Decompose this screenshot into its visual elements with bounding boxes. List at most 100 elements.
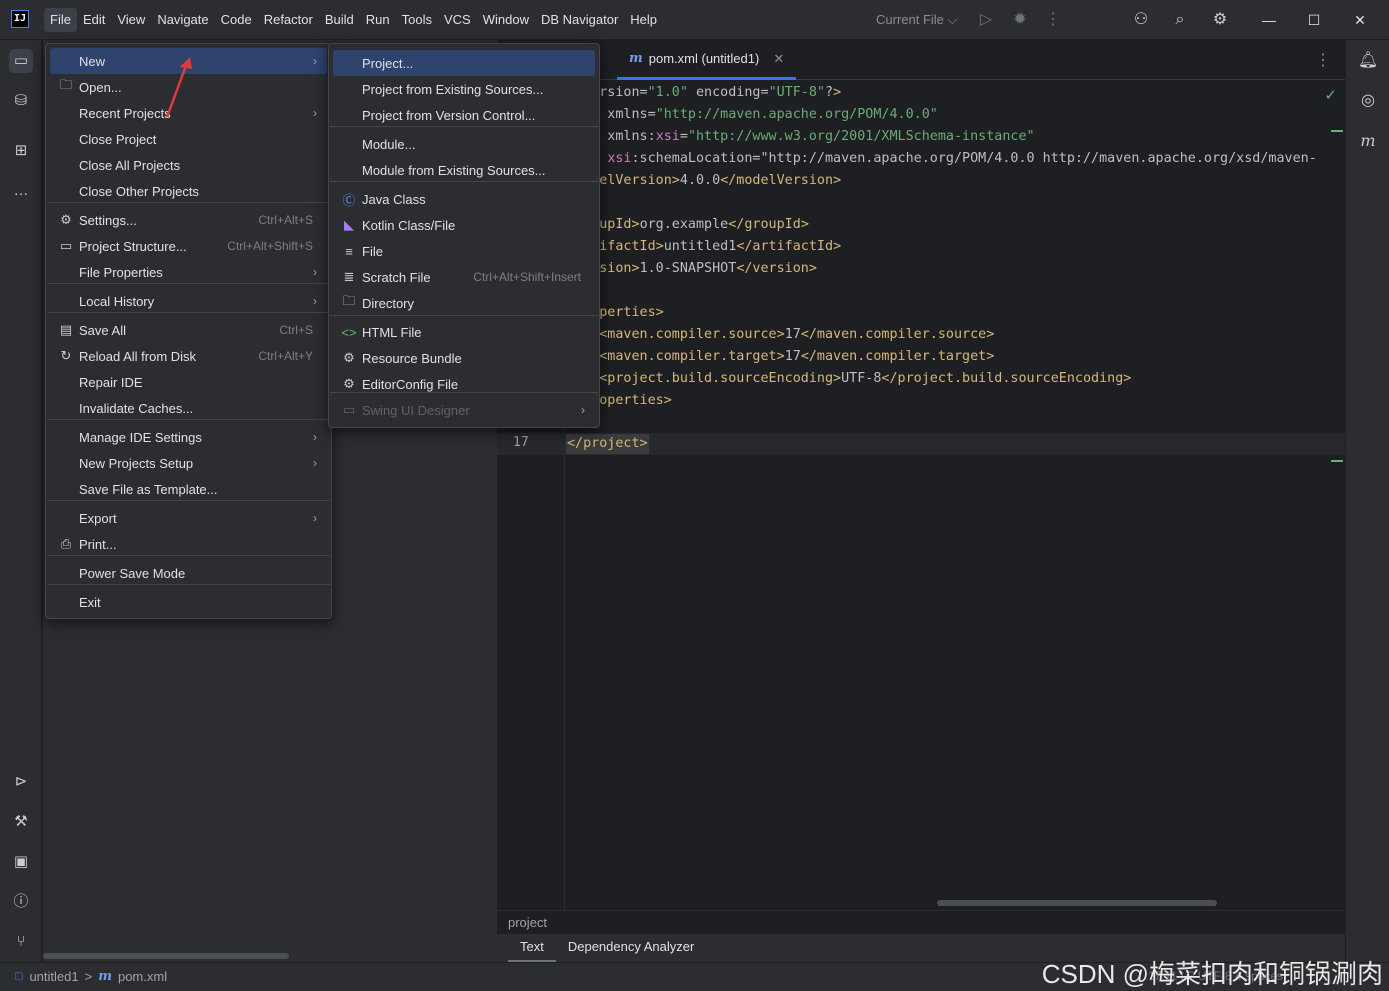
new-menu-item-label: Java Class [362,191,426,207]
add-user-icon[interactable]: ⚇ [1131,10,1151,30]
file-menu-item-reload-all-from-disk[interactable]: ↻ Reload All from Disk Ctrl+Alt+Y [50,343,327,369]
maximize-icon[interactable]: ☐ [1304,10,1324,30]
chevron-right-icon: › [313,54,317,68]
change-marker [1331,130,1343,132]
git-icon[interactable]: ⑂ [9,930,33,954]
file-menu-item-save-all[interactable]: ▤ Save All Ctrl+S [50,317,327,343]
intellij-logo-icon[interactable]: IJ [11,10,29,28]
menu-code[interactable]: Code [215,8,258,32]
editor-horizontal-scrollbar[interactable] [937,900,1217,906]
inspection-ok-icon[interactable]: ✓ [1324,86,1337,104]
debug-icon[interactable]: ✹ [1010,10,1030,30]
tab-options-icon[interactable]: ⋮ [1315,50,1331,70]
new-menu-item-html-file[interactable]: <> HTML File [333,319,595,345]
menu-separator [47,283,330,284]
shortcut-hint: Ctrl+Alt+Y [258,349,313,363]
tab-pom-xml[interactable]: m pom.xml (untitled1) ✕ [617,40,797,80]
file-menu-item-exit[interactable]: Exit [50,589,327,615]
menu-run[interactable]: Run [360,8,396,32]
settings-gear-icon[interactable]: ⚙ [1210,10,1230,30]
build-icon[interactable]: ⚒ [9,810,33,834]
new-menu-item-label: Module from Existing Sources... [362,162,546,178]
file-menu-item-label: Recent Projects [79,105,171,121]
file-menu-item-close-project[interactable]: Close Project [50,126,327,152]
new-menu-item-module-from-existing-sources[interactable]: Module from Existing Sources... [333,157,595,183]
save-icon: ▤ [59,322,73,337]
kotlin-icon: ◣ [344,217,354,232]
database-icon[interactable]: ⛁ [9,89,33,113]
folder-structure-icon: ▭ [59,238,73,253]
new-menu-item-directory[interactable]: 🗀︎ Directory [333,290,595,316]
file-menu-item-close-other-projects[interactable]: Close Other Projects [50,178,327,204]
tab-text[interactable]: Text [508,934,556,962]
project-panel-scrollbar[interactable] [43,953,289,959]
menu-window[interactable]: Window [477,8,535,32]
menu-vcs[interactable]: VCS [438,8,477,32]
file-menu-item-new-projects-setup[interactable]: New Projects Setup › [50,450,327,476]
file-menu-item-export[interactable]: Export › [50,505,327,531]
tab-close-icon[interactable]: ✕ [773,51,784,67]
breadcrumb-project[interactable]: untitled1 [29,969,78,984]
minimize-icon[interactable]: — [1259,10,1279,30]
new-menu-item-project-from-existing-sources[interactable]: Project from Existing Sources... [333,76,595,102]
reload-icon: ↻ [60,348,72,363]
terminal-icon[interactable]: ▣ [9,850,33,874]
services-icon[interactable]: ⊳ [9,770,33,794]
new-menu-item-label: Kotlin Class/File [362,217,456,233]
problems-icon[interactable]: ⓘ [9,890,33,914]
shortcut-hint: Ctrl+Alt+Shift+S [227,239,313,253]
new-menu-item-java-class[interactable]: Ⓒ Java Class [333,186,595,212]
new-menu-item-label: Scratch File [362,269,431,285]
file-menu-item-label: File Properties [79,264,163,280]
maven-icon[interactable]: m [1356,129,1380,153]
gear-icon: ⚙ [60,212,72,227]
menu-build[interactable]: Build [319,8,360,32]
new-submenu-dropdown: Project... Project from Existing Sources.… [328,43,600,428]
file-menu-item-power-save-mode[interactable]: Power Save Mode [50,560,327,586]
file-menu-item-file-properties[interactable]: File Properties › [50,259,327,285]
file-menu-item-close-all-projects[interactable]: Close All Projects [50,152,327,178]
file-menu-item-print[interactable]: ⎙ Print... [50,531,327,557]
breadcrumb-file[interactable]: pom.xml [118,969,167,984]
new-menu-item-resource-bundle[interactable]: ⚙ Resource Bundle [333,345,595,371]
ai-assistant-icon[interactable]: ◎ [1356,89,1380,113]
file-menu-item-save-file-as-template[interactable]: Save File as Template... [50,476,327,502]
run-icon[interactable]: ▷ [976,10,996,30]
new-menu-item-kotlin-class-file[interactable]: ◣ Kotlin Class/File [333,212,595,238]
project-folder-icon[interactable]: ▭ [9,49,33,73]
menu-separator [47,312,330,313]
structure-icon[interactable]: ⊞ [9,139,33,163]
close-window-icon[interactable]: ✕ [1350,10,1370,30]
menu-tools[interactable]: Tools [396,8,438,32]
run-configuration-selector[interactable]: Current File ⌵ [876,12,957,28]
more-vertical-icon[interactable]: ⋮ [1043,10,1063,30]
menu-file[interactable]: File [44,8,77,32]
menu-view[interactable]: View [111,8,151,32]
file-menu-item-local-history[interactable]: Local History › [50,288,327,314]
file-menu-item-settings[interactable]: ⚙ Settings... Ctrl+Alt+S [50,207,327,233]
new-menu-item-file[interactable]: ≡ File [333,238,595,264]
code-text[interactable]: l version="1.0" encoding="UTF-8"?> ject … [567,82,1317,412]
menu-edit[interactable]: Edit [77,8,111,32]
new-menu-item-scratch-file[interactable]: ≣ Scratch File Ctrl+Alt+Shift+Insert [333,264,595,290]
menu-navigate[interactable]: Navigate [151,8,214,32]
search-icon[interactable]: ⌕ [1170,10,1190,30]
new-menu-item-module[interactable]: Module... [333,131,595,157]
more-tools-icon[interactable]: … [9,179,33,203]
menu-refactor[interactable]: Refactor [258,8,319,32]
tab-dependency-analyzer[interactable]: Dependency Analyzer [556,934,706,962]
file-menu-item-repair-ide[interactable]: Repair IDE [50,369,327,395]
new-menu-item-project-from-version-control[interactable]: Project from Version Control... [333,102,595,128]
menu-help[interactable]: Help [624,8,663,32]
file-menu-item-invalidate-caches[interactable]: Invalidate Caches... [50,395,327,421]
editor-breadcrumb[interactable]: project [497,910,1345,934]
closing-project-tag[interactable]: </project> [566,434,649,454]
new-menu-item-editorconfig-file[interactable]: ⚙ EditorConfig File [333,371,595,397]
file-menu-item-project-structure[interactable]: ▭ Project Structure... Ctrl+Alt+Shift+S [50,233,327,259]
file-menu-item-label: Reload All from Disk [79,348,197,364]
file-menu-item-manage-ide-settings[interactable]: Manage IDE Settings › [50,424,327,450]
new-menu-item-project[interactable]: Project... [333,50,595,76]
menu-db-navigator[interactable]: DB Navigator [535,8,624,32]
print-icon: ⎙ [60,536,72,551]
notifications-bell-icon[interactable]: 🔔︎ [1356,49,1380,73]
